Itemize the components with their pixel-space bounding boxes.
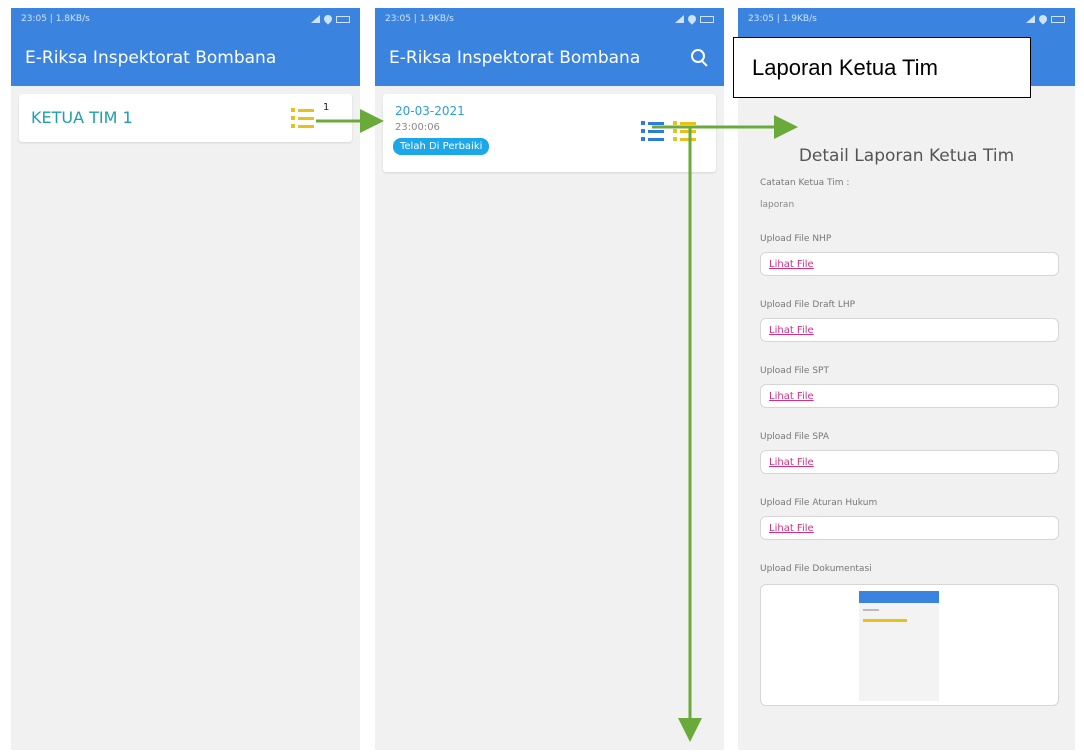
file-label: Upload File Draft LHP [760,300,856,310]
doc-group: Upload File Dokumentasi [760,564,1059,706]
file-group-spa: Upload File SPA Lihat File [760,432,1059,474]
signal-icon [311,15,320,23]
list-icon[interactable] [673,121,696,141]
file-label: Upload File NHP [760,234,832,244]
search-icon[interactable] [688,47,710,69]
signal-icon [1026,15,1035,23]
battery-icon [336,15,350,23]
team-name: KETUA TIM 1 [31,108,133,127]
view-file-link[interactable]: Lihat File [769,325,814,336]
view-file-link[interactable]: Lihat File [769,523,814,534]
file-group-spt: Upload File SPT Lihat File [760,366,1059,408]
detail-list-icon[interactable] [641,121,664,141]
battery-icon [1051,15,1065,23]
callout-label: Laporan Ketua Tim [733,37,1031,98]
status-time: 23:05 | 1.9KB/s [748,14,817,24]
file-field: Lihat File [760,252,1059,276]
file-field: Lihat File [760,384,1059,408]
status-badge[interactable]: Telah Di Perbaiki [393,138,490,155]
report-card[interactable]: 20-03-2021 23:00:06 Telah Di Perbaiki [383,94,716,172]
view-file-link[interactable]: Lihat File [769,391,814,402]
status-bar: 23:05 | 1.9KB/s [375,8,724,30]
notes-value: laporan [760,200,795,210]
screen-team-list: 23:05 | 1.8KB/s E-Riksa Inspektorat Bomb… [11,8,360,750]
file-label: Upload File Aturan Hukum [760,498,878,508]
screen-report-detail: 23:05 | 1.9KB/s Detail Laporan Ketua Tim… [738,8,1075,750]
view-file-link[interactable]: Lihat File [769,457,814,468]
status-time: 23:05 | 1.8KB/s [21,14,90,24]
file-field: Lihat File [760,516,1059,540]
report-date: 20-03-2021 [395,104,465,118]
list-icon[interactable] [291,108,314,128]
report-time: 23:00:06 [395,122,440,133]
file-field: Lihat File [760,450,1059,474]
file-group-aturan-hukum: Upload File Aturan Hukum Lihat File [760,498,1059,540]
file-field: Lihat File [760,318,1059,342]
view-file-link[interactable]: Lihat File [769,259,814,270]
file-label: Upload File SPT [760,366,829,376]
doc-thumbnail [859,591,939,701]
detail-title: Detail Laporan Ketua Tim [798,146,1015,166]
signal-icon [675,15,684,23]
app-title: E-Riksa Inspektorat Bombana [25,48,277,68]
wifi-icon [686,13,698,25]
app-bar: E-Riksa Inspektorat Bombana [11,30,360,86]
status-time: 23:05 | 1.9KB/s [385,14,454,24]
app-title: E-Riksa Inspektorat Bombana [389,48,641,68]
report-count-badge: 1 [323,102,330,113]
doc-preview[interactable] [760,584,1059,706]
battery-icon [700,15,714,23]
wifi-icon [1037,13,1049,25]
status-bar: 23:05 | 1.8KB/s [11,8,360,30]
file-group-draft-lhp: Upload File Draft LHP Lihat File [760,300,1059,342]
status-bar: 23:05 | 1.9KB/s [738,8,1075,30]
file-label: Upload File SPA [760,432,830,442]
team-card[interactable]: KETUA TIM 1 1 [19,94,352,142]
file-group-nhp: Upload File NHP Lihat File [760,234,1059,276]
screen-report-list: 23:05 | 1.9KB/s E-Riksa Inspektorat Bomb… [375,8,724,750]
notes-group: Catatan Ketua Tim : laporan [760,178,1059,210]
app-bar: E-Riksa Inspektorat Bombana [375,30,724,86]
doc-label: Upload File Dokumentasi [760,564,872,574]
detail-form: Catatan Ketua Tim : laporan Upload File … [760,178,1059,706]
notes-label: Catatan Ketua Tim : [760,178,850,188]
wifi-icon [322,13,334,25]
